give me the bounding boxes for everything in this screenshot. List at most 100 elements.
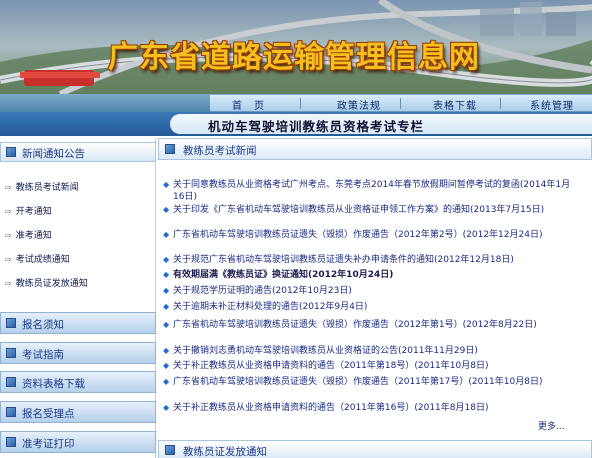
article-date: (2012年12月18日) (434, 255, 514, 265)
article-title: 广东省机动车驾驶培训教练员证遗失（毁损）作废通告（2012年第1号） (173, 320, 463, 330)
square-bullet-icon (6, 407, 16, 417)
arrow-bullet-icon: ⇨ (5, 279, 12, 288)
nav-policy[interactable]: 政策法规 (337, 97, 381, 112)
sidebar-item-exam-open[interactable]: ⇨ 开考通知 (5, 204, 52, 218)
nav-divider (500, 98, 501, 109)
arrow-bullet-icon: ⇨ (5, 207, 12, 216)
article-title: 关于撤销刘志勇机动车驾驶培训教练员从业资格证的公告 (173, 346, 399, 356)
article-link[interactable]: ◆ 关于印发《广东省机动车驾驶培训教练员从业资格证申领工作方案》的通知(2013… (163, 204, 573, 216)
menu-forms-download[interactable]: 资料表格下载 (0, 371, 156, 393)
article-title: 关于逾期未补正材料处理的通告 (173, 302, 300, 312)
circle-bullet-icon: ◆ (163, 361, 170, 370)
nav-form-download[interactable]: 表格下载 (433, 97, 477, 112)
exam-news-title: 教练员考试新闻 (183, 145, 257, 157)
menu-registration-notice[interactable]: 报名须知 (0, 312, 156, 334)
arrow-bullet-icon: ⇨ (5, 231, 12, 240)
sidebar-item-label: 教练员证发放通知 (15, 279, 88, 289)
menu-label: 准考证打印 (22, 438, 75, 450)
article-link[interactable]: ◆ 关于规范学历证明的通告(2012年10月23日) (163, 285, 573, 297)
circle-bullet-icon: ◆ (163, 270, 170, 279)
article-link[interactable]: ◆ 广东省机动车驾驶培训教练员证遗失（毁损）作废通告（2011年第17号）(20… (163, 376, 573, 388)
nav-divider (400, 98, 401, 109)
menu-label: 报名受理点 (22, 408, 75, 420)
exam-news-header: 教练员考试新闻 (158, 138, 592, 160)
circle-bullet-icon: ◆ (163, 205, 170, 214)
nav-home[interactable]: 首 页 (232, 97, 265, 112)
arrow-bullet-icon: ⇨ (5, 255, 12, 264)
sidebar-item-label: 考试成绩通知 (15, 255, 70, 265)
arrow-bullet-icon: ⇨ (5, 183, 12, 192)
square-bullet-icon (165, 445, 175, 455)
square-bullet-icon (6, 377, 16, 387)
menu-label: 资料表格下载 (22, 378, 85, 390)
circle-bullet-icon: ◆ (163, 286, 170, 295)
menu-label: 考试指南 (22, 349, 64, 361)
square-bullet-icon (6, 348, 16, 358)
site-title: 广东省道路运输管理信息网 (108, 40, 480, 75)
menu-registration-points[interactable]: 报名受理点 (0, 401, 156, 423)
circle-bullet-icon: ◆ (163, 180, 170, 189)
article-date: (2011年10月8日) (468, 377, 543, 387)
notice-panel-title: 新闻通知公告 (22, 148, 85, 160)
site-banner: 广东省道路运输管理信息网 (0, 0, 592, 94)
square-bullet-icon (6, 147, 16, 157)
article-date: (2012年8月22日) (462, 320, 537, 330)
article-title: 广东省机动车驾驶培训教练员证遗失（毁损）作废通告（2011年第17号） (173, 377, 469, 387)
article-title: 关于规范广东省机动车驾驶培训教练员证遗失补办申请条件的通知 (173, 255, 435, 265)
menu-exam-guide[interactable]: 考试指南 (0, 342, 156, 364)
nav-left-fill (0, 95, 210, 112)
sidebar-item-cert-issue[interactable]: ⇨ 教练员证发放通知 (5, 276, 88, 290)
nav-divider (300, 98, 301, 109)
square-bullet-icon (6, 318, 16, 328)
main-nav: 首 页 政策法规 表格下载 系统管理 (0, 94, 592, 112)
article-link-highlight[interactable]: ◆ 有效期届满《教练员证》换证通知(2012年10月24日) (163, 269, 573, 281)
article-title: 关于补正教练员从业资格申请资料的通告（2011年第18号） (173, 361, 415, 371)
sidebar-item-label: 教练员考试新闻 (15, 183, 79, 193)
article-date: (2012年10月24日) (308, 270, 394, 280)
sidebar: 新闻通知公告 ⇨ 教练员考试新闻 ⇨ 开考通知 ⇨ 准考通知 ⇨ 考试成绩通知 ⇨ 教练员… (0, 138, 156, 458)
article-date: (2011年8月18日) (414, 403, 489, 413)
sidebar-item-admission[interactable]: ⇨ 准考通知 (5, 228, 52, 242)
article-link[interactable]: ◆ 关于撤销刘志勇机动车驾驶培训教练员从业资格证的公告(2011年11月29日) (163, 345, 573, 357)
article-date: (2012年12月24日) (462, 230, 543, 240)
article-title: 有效期届满《教练员证》换证通知 (173, 270, 309, 280)
circle-bullet-icon: ◆ (163, 255, 170, 264)
article-link[interactable]: ◆ 广东省机动车驾驶培训教练员证遗失（毁损）作废通告（2012年第2号）(201… (163, 229, 573, 241)
square-bullet-icon (165, 144, 175, 154)
more-link[interactable]: 更多... (538, 419, 565, 432)
menu-label: 报名须知 (22, 319, 64, 331)
circle-bullet-icon: ◆ (163, 377, 170, 386)
circle-bullet-icon: ◆ (163, 230, 170, 239)
article-title: 关于同意教练员从业资格考试广州考点、东莞考点2014年春节放假期间暂停考试的复函 (173, 180, 520, 190)
article-title: 关于补正教练员从业资格申请资料的通告（2011年第16号） (173, 403, 415, 413)
article-date: (2011年10月8日) (414, 361, 489, 371)
article-title: 关于规范学历证明的通告 (173, 286, 273, 296)
circle-bullet-icon: ◆ (163, 346, 170, 355)
sidebar-item-exam-news[interactable]: ⇨ 教练员考试新闻 (5, 180, 79, 194)
article-date: (2013年7月15日) (470, 205, 545, 215)
article-link[interactable]: ◆ 关于规范广东省机动车驾驶培训教练员证遗失补办申请条件的通知(2012年12月… (163, 254, 573, 266)
section-title: 机动车驾驶培训教练员资格考试专栏 (208, 119, 425, 134)
nav-system-admin[interactable]: 系统管理 (530, 97, 574, 112)
article-link[interactable]: ◆ 关于同意教练员从业资格考试广州考点、东莞考点2014年春节放假期间暂停考试的… (163, 179, 573, 203)
article-date: (2011年11月29日) (398, 346, 478, 356)
article-date: (2012年10月23日) (272, 286, 352, 296)
article-link[interactable]: ◆ 关于补正教练员从业资格申请资料的通告（2011年第16号）(2011年8月1… (163, 402, 573, 414)
circle-bullet-icon: ◆ (163, 320, 170, 329)
menu-admission-print[interactable]: 准考证打印 (0, 431, 156, 453)
article-link[interactable]: ◆ 关于逾期未补正材料处理的通告(2012年9月4日) (163, 301, 573, 313)
main-content: 教练员考试新闻 ◆ 关于同意教练员从业资格考试广州考点、东莞考点2014年春节放… (158, 138, 592, 458)
sidebar-item-results[interactable]: ⇨ 考试成绩通知 (5, 252, 70, 266)
article-title: 广东省机动车驾驶培训教练员证遗失（毁损）作废通告（2012年第2号） (173, 230, 463, 240)
cert-notice-title: 教练员证发放通知 (183, 446, 267, 458)
sidebar-item-label: 开考通知 (15, 207, 52, 217)
article-link[interactable]: ◆ 广东省机动车驾驶培训教练员证遗失（毁损）作废通告（2012年第1号）(201… (163, 319, 573, 331)
notice-panel-header: 新闻通知公告 (0, 142, 156, 162)
cert-notice-header: 教练员证发放通知 (158, 440, 592, 458)
article-date: (2012年9月4日) (299, 302, 368, 312)
square-bullet-icon (6, 437, 16, 447)
circle-bullet-icon: ◆ (163, 403, 170, 412)
sidebar-item-label: 准考通知 (15, 231, 52, 241)
article-link[interactable]: ◆ 关于补正教练员从业资格申请资料的通告（2011年第18号）(2011年10月… (163, 360, 573, 372)
circle-bullet-icon: ◆ (163, 302, 170, 311)
